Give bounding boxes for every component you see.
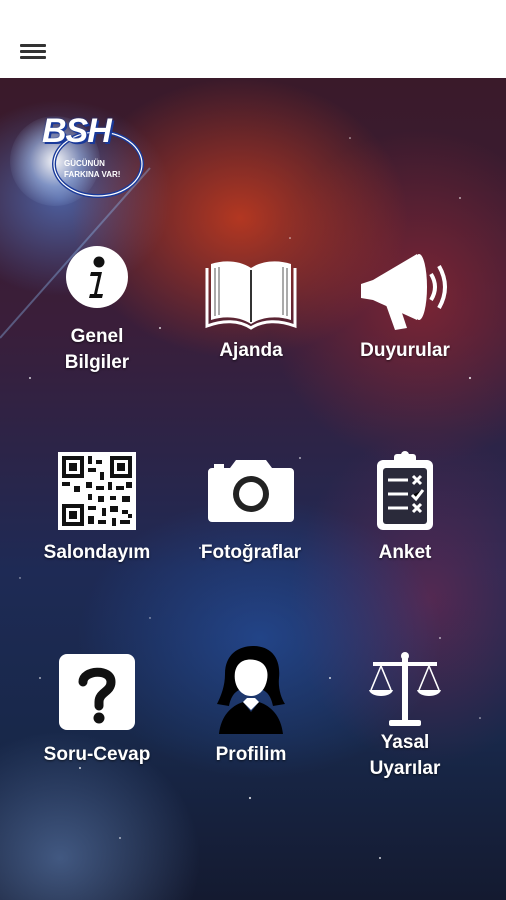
- label-duyurular: Duyurular: [360, 340, 450, 361]
- label-soru-cevap: Soru-Cevap: [43, 744, 151, 765]
- menu-item-soru-cevap[interactable]: Soru-Cevap: [22, 652, 172, 812]
- label-uyarilar: Uyarılar: [369, 758, 441, 779]
- menu-item-fotograflar[interactable]: Fotoğraflar: [176, 450, 326, 610]
- label-anket: Anket: [378, 542, 432, 563]
- hamburger-menu-icon[interactable]: [20, 40, 48, 62]
- menu-item-yasal-uyarilar[interactable]: Yasal Uyarılar: [330, 652, 480, 812]
- book-icon: [205, 261, 297, 330]
- label-profilim: Profilim: [215, 744, 287, 765]
- scales-icon: [369, 652, 441, 726]
- main-menu-grid: Genel Bilgiler Ajanda Duyurular Salonday…: [0, 78, 506, 900]
- megaphone-icon: [361, 254, 447, 330]
- question-icon: [59, 654, 135, 730]
- top-app-bar: [0, 0, 506, 78]
- label-genel: Genel: [70, 326, 124, 347]
- label-salondayim: Salondayım: [43, 542, 151, 563]
- clipboard-icon: [377, 451, 433, 530]
- label-fotograflar: Fotoğraflar: [200, 542, 302, 563]
- menu-item-duyurular[interactable]: Duyurular: [330, 238, 480, 398]
- menu-item-ajanda[interactable]: Ajanda: [176, 238, 326, 398]
- menu-item-profilim[interactable]: Profilim: [176, 646, 326, 812]
- profile-icon: [217, 646, 285, 734]
- menu-item-anket[interactable]: Anket: [330, 450, 480, 610]
- camera-icon: [208, 460, 294, 522]
- menu-item-genel-bilgiler[interactable]: Genel Bilgiler: [22, 238, 172, 398]
- qr-code-icon: [58, 452, 136, 530]
- label-ajanda: Ajanda: [219, 340, 283, 361]
- label-bilgiler: Bilgiler: [64, 352, 130, 373]
- label-yasal: Yasal: [380, 732, 430, 753]
- menu-item-salondayim[interactable]: Salondayım: [22, 450, 172, 610]
- info-icon: [66, 246, 128, 308]
